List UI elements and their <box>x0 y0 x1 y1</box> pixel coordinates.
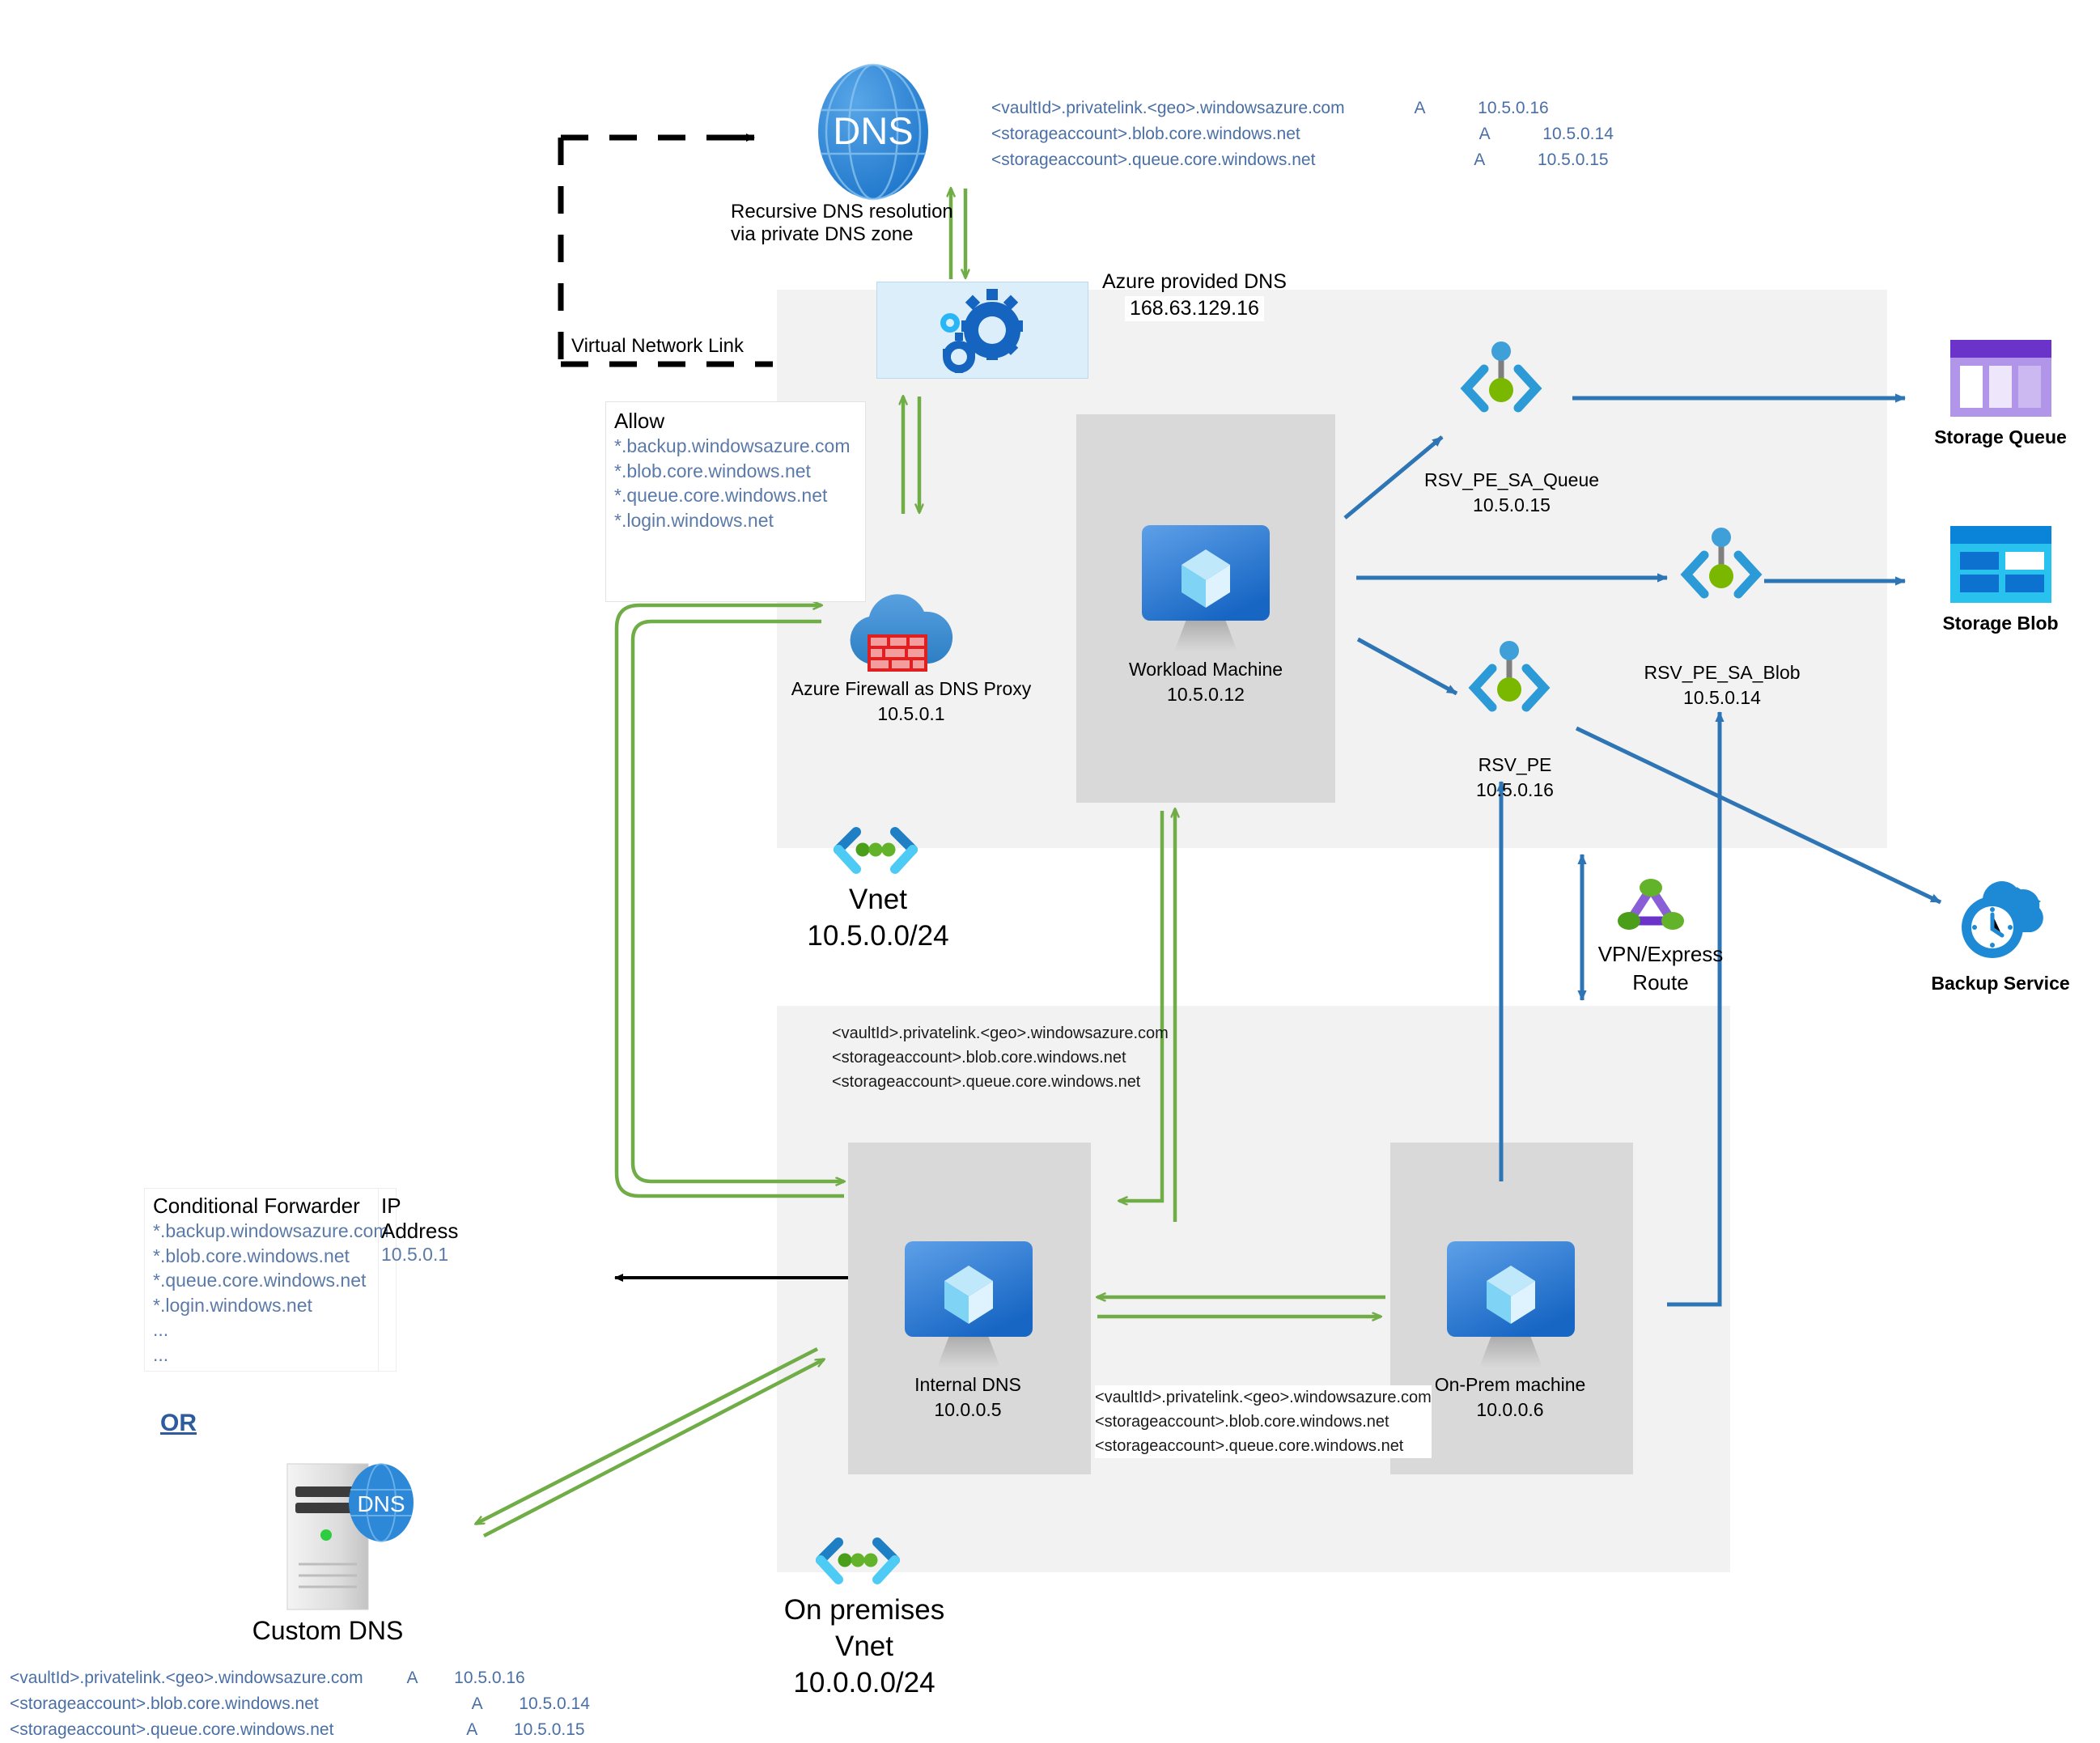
azure-provided-dns-ip: 168.63.129.16 <box>1125 296 1264 321</box>
pe-queue-label: RSV_PE_SA_Queue 10.5.0.15 <box>1423 469 1600 516</box>
gears-icon <box>876 282 1088 379</box>
cf-row-domain: ... <box>153 1319 169 1341</box>
custom-dns-server-icon: DNS <box>279 1461 421 1618</box>
storage-queue-icon <box>1950 340 2051 417</box>
cf-row-domain: *.backup.windowsazure.com <box>153 1220 389 1241</box>
svg-text:DNS: DNS <box>833 109 913 152</box>
azure-provided-dns-title: Azure provided DNS <box>1102 270 1287 293</box>
cf-row-ip: 10.5.0.1 <box>381 1244 449 1265</box>
storage-blob-icon <box>1950 526 2051 603</box>
allow-box-item: *.backup.windowsazure.com <box>614 435 851 456</box>
virtual-machine-icon <box>1137 522 1275 664</box>
virtual-machine-icon <box>1442 1238 1580 1380</box>
internal-dns-label: Internal DNS 10.0.0.5 <box>914 1374 1021 1421</box>
onprem-vnet-label: On premises Vnet 10.0.0.0/24 <box>783 1594 945 1698</box>
workload-machine-label: Workload Machine 10.5.0.12 <box>1128 659 1283 706</box>
svg-text:DNS: DNS <box>357 1491 405 1516</box>
backup-service-label: Backup Service <box>1931 973 2070 994</box>
private-endpoint-icon <box>1669 526 1774 623</box>
onprem-query-mid: <vaultId>.privatelink.<geo>.windowsazure… <box>1095 1385 1432 1458</box>
dns-globe-icon: DNS <box>813 63 933 201</box>
firewall-cloud-icon <box>834 581 963 678</box>
private-endpoint-icon <box>1449 340 1554 437</box>
onprem-query-top: <vaultId>.privatelink.<geo>.windowsazure… <box>832 1024 1169 1091</box>
or-label: OR <box>160 1410 197 1436</box>
allow-box-item: *.blob.core.windows.net <box>614 460 811 481</box>
storage-blob-label: Storage Blob <box>1942 613 2059 634</box>
custom-dns-records: <vaultId>.privatelink.<geo>.windowsazure… <box>10 1669 590 1739</box>
storage-queue-label: Storage Queue <box>1934 426 2067 447</box>
cf-col1-header: Conditional Forwarder <box>153 1194 360 1218</box>
allow-box-header: Allow <box>614 409 665 433</box>
onprem-machine-label: On-Prem machine 10.0.0.6 <box>1434 1374 1586 1421</box>
cf-row-domain: ... <box>153 1343 169 1365</box>
rsv-pe-label: RSV_PE 10.5.0.16 <box>1476 754 1554 801</box>
virtual-network-link-label: Virtual Network Link <box>571 335 744 357</box>
firewall-label: Azure Firewall as DNS Proxy 10.5.0.1 <box>791 678 1032 725</box>
public-dns-records: <vaultId>.privatelink.<geo>.windowsazure… <box>991 99 1614 169</box>
cf-row-domain: *.blob.core.windows.net <box>153 1245 350 1266</box>
allow-box-item: *.queue.core.windows.net <box>614 485 828 507</box>
recursive-dns-label: Recursive DNS resolution via private DNS… <box>731 201 953 246</box>
vnet-label: Vnet 10.5.0.0/24 <box>807 884 949 952</box>
firewall-allow-box: Allow *.backup.windowsazure.com *.blob.c… <box>605 401 866 602</box>
pe-blob-label: RSV_PE_SA_Blob 10.5.0.14 <box>1644 662 1801 709</box>
allow-box-item: *.login.windows.net <box>614 509 774 531</box>
cf-row-domain: *.queue.core.windows.net <box>153 1270 367 1291</box>
custom-dns-label: Custom DNS <box>252 1616 404 1645</box>
virtual-machine-icon <box>900 1238 1037 1380</box>
vnet-brackets-icon <box>809 1536 906 1592</box>
backup-service-icon <box>1942 866 2060 963</box>
cf-col2-header: IP Address <box>381 1194 459 1243</box>
vpn-express-route-icon <box>1610 874 1691 939</box>
vpn-express-route-label: VPN/Express Route <box>1597 942 1724 995</box>
diagram-canvas: DNS <vaultId>.privatelink.<geo>.windowsa… <box>0 0 2100 1739</box>
customdns-arrows <box>476 1346 824 1537</box>
private-endpoint-icon <box>1457 639 1562 736</box>
virtual-network-link-path <box>558 134 749 364</box>
cf-row-domain: *.login.windows.net <box>153 1294 312 1316</box>
conditional-forwarder-table: Conditional Forwarder *.backup.windowsaz… <box>144 1188 458 1372</box>
vnet-brackets-icon <box>827 825 924 882</box>
